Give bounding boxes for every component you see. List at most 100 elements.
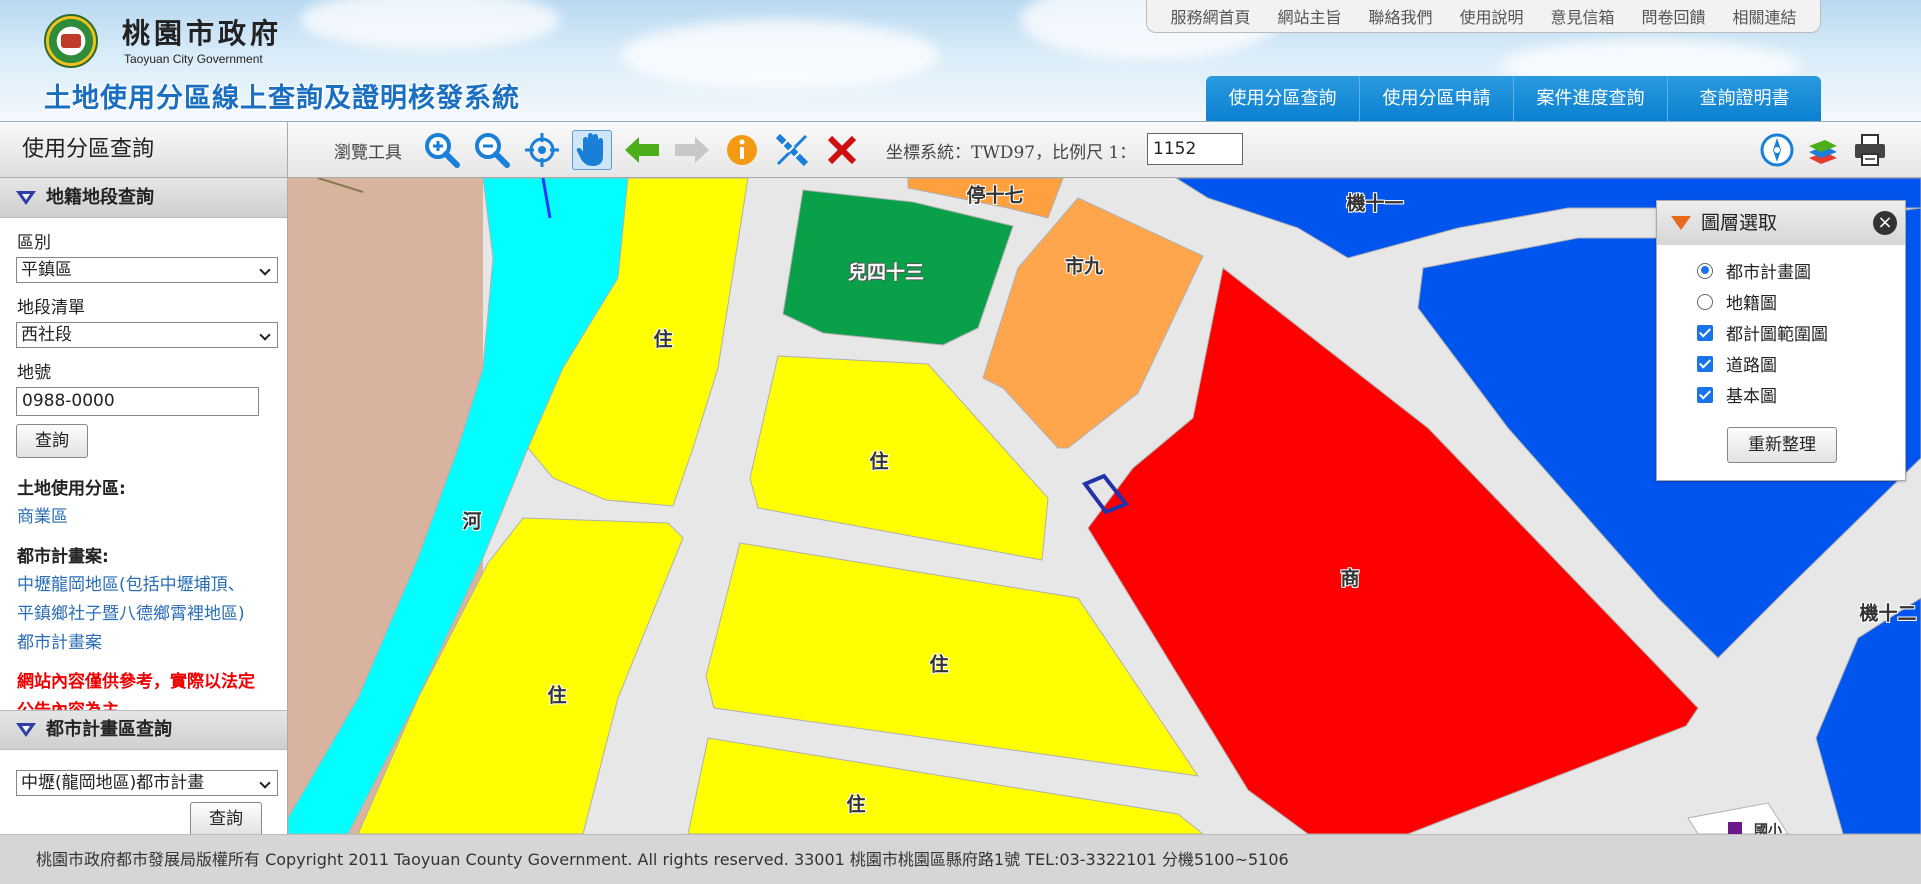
city-seal-logo[interactable] — [44, 14, 98, 68]
top-link-home[interactable]: 服務網首頁 — [1170, 4, 1250, 28]
map-label-residential: 住 — [869, 450, 889, 473]
sidebar-title: 使用分區查詢 — [0, 122, 287, 178]
lot-number-input[interactable]: 0988-0000 — [16, 387, 259, 416]
layer-option-cadastral[interactable]: 地籍圖 — [1657, 286, 1905, 317]
urban-plan-select[interactable]: 中壢(龍岡地區)都市計畫 — [16, 770, 278, 796]
collapse-triangle-icon — [1671, 216, 1691, 230]
measure-icon[interactable] — [772, 130, 812, 170]
main-nav: 使用分區查詢 使用分區申請 案件進度查詢 查詢證明書 — [1206, 76, 1821, 121]
page-header: 桃園市政府 Taoyuan City Government 土地使用分區線上查詢… — [0, 0, 1921, 122]
radio-unchecked[interactable] — [1697, 293, 1713, 310]
checkbox-checked[interactable] — [1697, 355, 1713, 372]
plan-result-line: 平鎮鄉社子暨八德鄉霄裡地區) — [17, 604, 245, 624]
urban-plan-select-value: 中壢(龍岡地區)都市計畫 — [21, 773, 205, 793]
layer-panel-header: 圖層選取 × — [1657, 201, 1905, 245]
map-toolbar: 瀏覽工具 坐標系統：TWD97，比例尺 1： 1152 — [288, 122, 1921, 178]
top-links-bar: 服務網首頁 網站主旨 聯絡我們 使用說明 意見信箱 問卷回饋 相關連結 — [1146, 0, 1821, 33]
gov-name-en: Taoyuan City Government — [124, 52, 263, 66]
clear-icon[interactable] — [822, 130, 862, 170]
nav-zoning-apply[interactable]: 使用分區申請 — [1360, 76, 1514, 121]
zone-market — [982, 197, 1204, 449]
coordinate-system-label: 坐標系統：TWD97，比例尺 1： — [886, 143, 1137, 163]
compass-icon[interactable] — [1757, 130, 1797, 170]
section-list-label: 地段清單 — [17, 298, 85, 318]
top-link-contact[interactable]: 聯絡我們 — [1368, 4, 1432, 28]
top-link-survey[interactable]: 問卷回饋 — [1641, 4, 1705, 28]
district-select[interactable]: 平鎮區 — [16, 257, 278, 283]
nav-zoning-query[interactable]: 使用分區查詢 — [1206, 76, 1360, 121]
chevron-down-icon — [259, 329, 271, 341]
map-label-ji12: 機十二 — [1859, 602, 1917, 625]
chevron-down-icon — [259, 264, 271, 276]
map-label-residential: 住 — [929, 653, 949, 676]
layer-option-label: 基本圖 — [1726, 387, 1777, 407]
plan-result-label: 都市計畫案: — [17, 547, 109, 567]
sidebar: 使用分區查詢 地籍地段查詢 區別 平鎮區 地段清單 西社段 地號 0988-00… — [0, 122, 288, 834]
layers-icon[interactable] — [1803, 130, 1843, 170]
land-section-heading[interactable]: 地籍地段查詢 — [0, 178, 287, 218]
full-extent-icon[interactable] — [522, 130, 562, 170]
zone-school-mark — [1728, 822, 1742, 834]
map-label-river: 河 — [462, 510, 482, 533]
info-icon[interactable] — [722, 130, 762, 170]
top-link-related[interactable]: 相關連結 — [1732, 4, 1796, 28]
plan-result-line: 都市計畫案 — [17, 633, 102, 653]
collapse-triangle-icon — [16, 723, 36, 737]
header-cloud — [620, 20, 940, 90]
layer-selection-panel: 圖層選取 × 都市計畫圖 地籍圖 都計圖範圍圖 道路圖 基本圖 重新整理 — [1656, 200, 1906, 481]
close-icon[interactable]: × — [1873, 211, 1897, 235]
map-label-residential: 住 — [653, 328, 673, 351]
map-label-school: 國小 — [1754, 823, 1782, 834]
lot-number-label: 地號 — [17, 363, 51, 383]
checkbox-checked[interactable] — [1697, 324, 1713, 341]
layer-option-road[interactable]: 道路圖 — [1657, 348, 1905, 379]
layer-refresh-button[interactable]: 重新整理 — [1727, 427, 1837, 463]
pan-hand-icon[interactable] — [572, 130, 612, 170]
scale-input[interactable]: 1152 — [1147, 133, 1243, 165]
district-select-value: 平鎮區 — [21, 260, 72, 280]
layer-option-plan-boundary[interactable]: 都計圖範圍圖 — [1657, 317, 1905, 348]
zoom-in-icon[interactable] — [422, 130, 462, 170]
gov-name: 桃園市政府 — [122, 17, 283, 50]
map-label-ji11: 機十一 — [1346, 192, 1404, 215]
map-label-er43: 兒四十三 — [847, 261, 925, 284]
top-link-help[interactable]: 使用說明 — [1459, 4, 1523, 28]
layer-option-label: 都市計畫圖 — [1726, 263, 1811, 283]
map-label-shi9: 市九 — [1064, 255, 1104, 278]
top-link-feedback[interactable]: 意見信箱 — [1550, 4, 1614, 28]
plan-section-heading[interactable]: 都市計畫區查詢 — [0, 710, 287, 750]
land-section-heading-text: 地籍地段查詢 — [46, 186, 154, 208]
map-label-ting17: 停十七 — [966, 184, 1024, 207]
checkbox-checked[interactable] — [1697, 386, 1713, 403]
plan-result-line: 中壢龍岡地區(包括中壢埔頂、 — [17, 575, 245, 595]
district-label: 區別 — [17, 233, 51, 253]
chevron-down-icon — [259, 777, 271, 789]
layer-option-label: 地籍圖 — [1726, 294, 1777, 314]
browse-tools-label: 瀏覽工具 — [334, 143, 402, 163]
system-title: 土地使用分區線上查詢及證明核發系統 — [44, 83, 520, 114]
land-query-button[interactable]: 查詢 — [16, 424, 88, 458]
map-label-residential: 住 — [547, 684, 567, 707]
zoom-out-icon[interactable] — [472, 130, 512, 170]
zone-institution-3 — [1815, 597, 1921, 834]
plan-result-link[interactable]: 中壢龍岡地區(包括中壢埔頂、 平鎮鄉社子暨八德鄉霄裡地區) 都市計畫案 — [17, 571, 271, 658]
top-link-purpose[interactable]: 網站主旨 — [1277, 4, 1341, 28]
layer-option-base-map[interactable]: 基本圖 — [1657, 379, 1905, 410]
layer-option-label: 都計圖範圍圖 — [1726, 325, 1828, 345]
plan-section-heading-text: 都市計畫區查詢 — [46, 719, 172, 740]
map-label-residential: 住 — [846, 793, 866, 816]
plan-query-button[interactable]: 查詢 — [190, 802, 262, 834]
zoning-result-link[interactable]: 商業區 — [17, 503, 271, 532]
nav-certificate-query[interactable]: 查詢證明書 — [1668, 76, 1821, 121]
layer-option-urban-plan[interactable]: 都市計畫圖 — [1657, 255, 1905, 286]
section-list-select-value: 西社段 — [21, 325, 72, 345]
print-icon[interactable] — [1850, 130, 1890, 170]
radio-checked[interactable] — [1697, 262, 1713, 279]
layer-option-label: 道路圖 — [1726, 356, 1777, 376]
page-footer: 桃園市政府都市發展局版權所有 Copyright 2011 Taoyuan Co… — [0, 834, 1921, 884]
section-list-select[interactable]: 西社段 — [16, 322, 278, 348]
nav-case-progress[interactable]: 案件進度查詢 — [1514, 76, 1668, 121]
disclaimer-line: 網站內容僅供參考，實際以法定 — [17, 672, 255, 692]
forward-arrow-icon[interactable] — [672, 130, 712, 170]
back-arrow-icon[interactable] — [622, 130, 662, 170]
